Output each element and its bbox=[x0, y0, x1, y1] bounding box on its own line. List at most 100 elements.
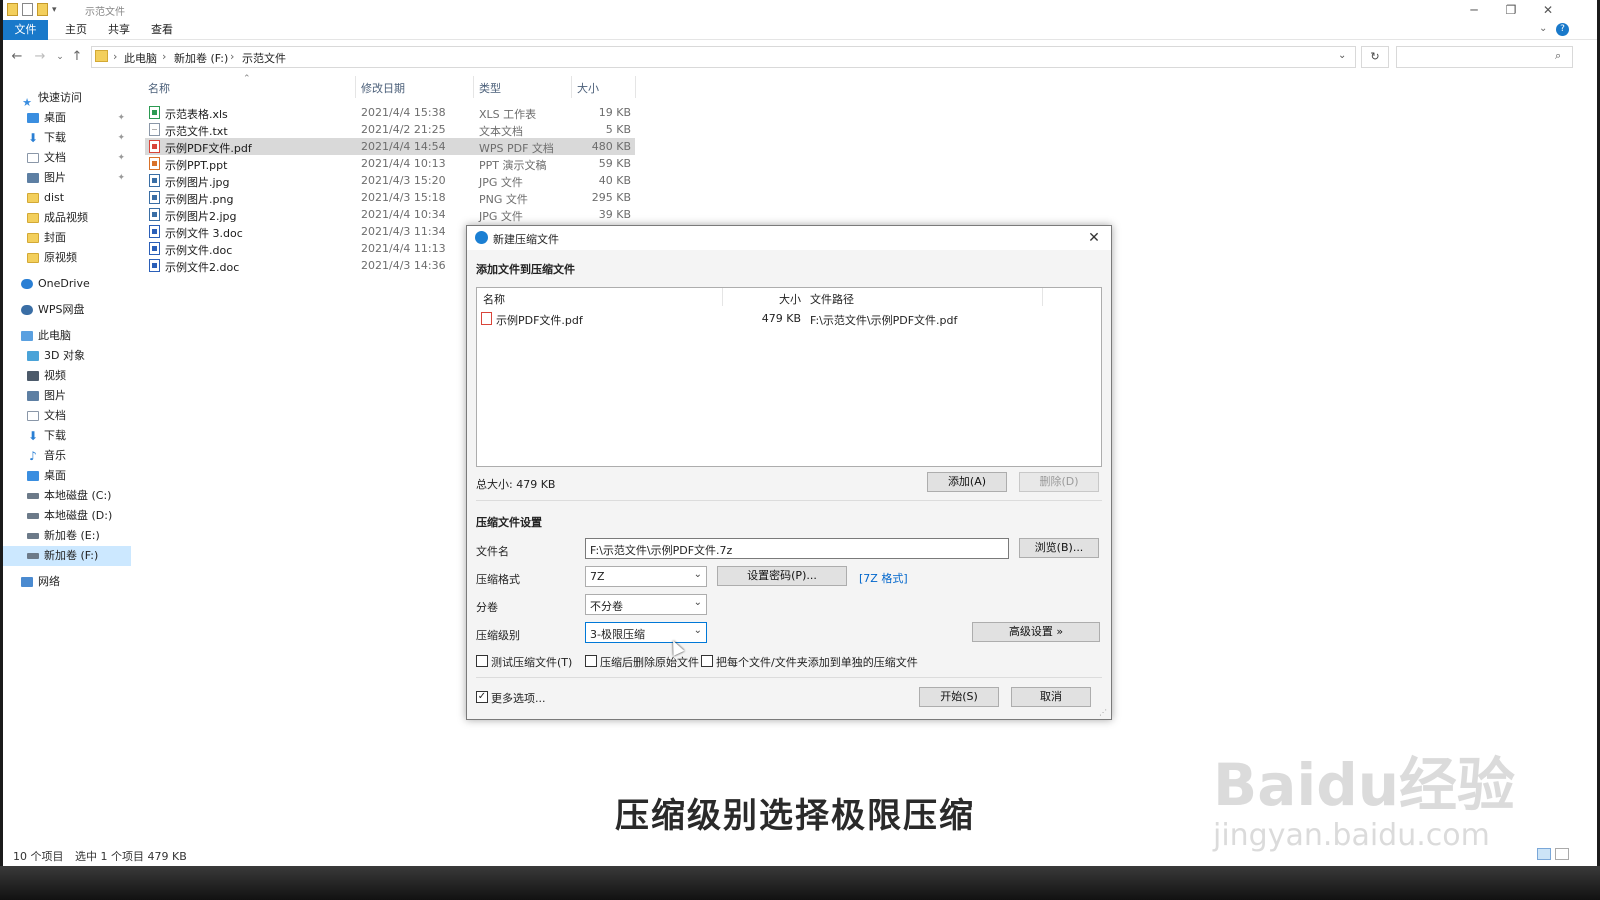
browse-button[interactable]: 浏览(B)... bbox=[1019, 538, 1099, 558]
minimize-button[interactable]: ─ bbox=[1459, 2, 1489, 18]
format-info-link[interactable]: [7Z 格式] bbox=[859, 570, 908, 586]
column-divider[interactable] bbox=[722, 288, 723, 306]
column-divider[interactable] bbox=[355, 76, 356, 98]
column-divider[interactable] bbox=[635, 76, 636, 98]
help-icon[interactable]: ? bbox=[1556, 23, 1569, 36]
file-row[interactable]: 示例图片.png 2021/4/3 15:18 PNG 文件 295 KB bbox=[145, 189, 635, 206]
nav-videos[interactable]: 视频 bbox=[3, 366, 131, 386]
more-options-checkbox[interactable]: ✓ bbox=[476, 691, 488, 703]
file-row-selected[interactable]: 示例PDF文件.pdf 2021/4/4 14:54 WPS PDF 文档 48… bbox=[145, 138, 635, 155]
nav-drive-e[interactable]: 新加卷 (E:) bbox=[3, 526, 131, 546]
file-row[interactable]: 示例PPT.ppt 2021/4/4 10:13 PPT 演示文稿 59 KB bbox=[145, 155, 635, 172]
nav-3d-objects[interactable]: 3D 对象 bbox=[3, 346, 131, 366]
list-header-path[interactable]: 文件路径 bbox=[810, 291, 854, 307]
column-header-name[interactable]: 名称 bbox=[148, 80, 170, 96]
nav-documents-pinned[interactable]: 文档 ✦ bbox=[3, 148, 131, 168]
file-row[interactable]: 示范文件.txt 2021/4/2 21:25 文本文档 5 KB bbox=[145, 121, 635, 138]
nav-folder-finished-videos[interactable]: 成品视频 bbox=[3, 208, 131, 228]
folder-icon bbox=[27, 193, 39, 203]
nav-desktop-pinned[interactable]: 桌面 ✦ bbox=[3, 108, 131, 128]
nav-wps-drive[interactable]: WPS网盘 bbox=[3, 300, 131, 320]
nav-folder-cover[interactable]: 封面 bbox=[3, 228, 131, 248]
nav-music[interactable]: ♪ 音乐 bbox=[3, 446, 131, 466]
tab-home[interactable]: 主页 bbox=[53, 20, 99, 40]
tab-file[interactable]: 文件 bbox=[3, 20, 48, 40]
more-options-label[interactable]: 更多选项... bbox=[491, 690, 546, 706]
properties-icon[interactable] bbox=[22, 3, 33, 16]
nav-drive-c[interactable]: 本地磁盘 (C:) bbox=[3, 486, 131, 506]
delete-originals-label[interactable]: 压缩后删除原始文件 bbox=[600, 654, 699, 670]
refresh-icon[interactable]: ↻ bbox=[1361, 46, 1389, 68]
format-select[interactable]: 7Z ⌄ bbox=[585, 566, 707, 587]
recent-locations-icon[interactable]: ⌄ bbox=[52, 48, 68, 66]
advanced-settings-button[interactable]: 高级设置 » bbox=[972, 622, 1100, 642]
compression-level-select[interactable]: 3-极限压缩 ⌄ bbox=[585, 622, 707, 643]
separate-archives-label[interactable]: 把每个文件/文件夹添加到单独的压缩文件 bbox=[716, 654, 918, 670]
forward-arrow-icon[interactable]: → bbox=[32, 48, 48, 66]
list-header-name[interactable]: 名称 bbox=[483, 291, 505, 307]
nav-label: 新加卷 (E:) bbox=[44, 529, 100, 542]
nav-pictures-pinned[interactable]: 图片 ✦ bbox=[3, 168, 131, 188]
large-icons-view-icon[interactable] bbox=[1555, 848, 1569, 860]
nav-desktop[interactable]: 桌面 bbox=[3, 466, 131, 486]
delete-originals-checkbox[interactable] bbox=[585, 655, 597, 667]
navigation-pane: ★ 快速访问 桌面 ✦ ⬇ 下载 ✦ 文档 ✦ 图片 ✦ dist 成品视频 封面 原视频 … bbox=[3, 86, 133, 846]
nav-onedrive[interactable]: OneDrive bbox=[3, 274, 131, 294]
nav-network[interactable]: 网络 bbox=[3, 572, 131, 592]
new-folder-icon[interactable] bbox=[37, 3, 48, 16]
up-arrow-icon[interactable]: ↑ bbox=[69, 48, 85, 66]
file-list-box[interactable]: 名称 大小 文件路径 示例PDF文件.pdf 479 KB F:\示范文件\示例… bbox=[476, 287, 1102, 467]
test-archive-checkbox[interactable] bbox=[476, 655, 488, 667]
column-header-type[interactable]: 类型 bbox=[479, 80, 501, 96]
start-button[interactable]: 开始(S) bbox=[919, 687, 999, 707]
nav-documents[interactable]: 文档 bbox=[3, 406, 131, 426]
qat-dropdown-icon[interactable]: ▾ bbox=[52, 5, 57, 15]
nav-pictures[interactable]: 图片 bbox=[3, 386, 131, 406]
tab-view[interactable]: 查看 bbox=[139, 20, 185, 40]
tab-share[interactable]: 共享 bbox=[96, 20, 142, 40]
nav-quick-access[interactable]: ★ 快速访问 bbox=[3, 88, 131, 109]
list-header-size[interactable]: 大小 bbox=[729, 291, 801, 307]
archive-filename-input[interactable]: F:\示范文件\示例PDF文件.7z bbox=[585, 538, 1009, 559]
word-file-icon bbox=[149, 259, 160, 272]
cancel-button[interactable]: 取消 bbox=[1011, 687, 1091, 707]
nav-downloads-pinned[interactable]: ⬇ 下载 ✦ bbox=[3, 128, 131, 148]
resize-grip-icon[interactable]: ⋰ bbox=[1099, 708, 1107, 717]
test-archive-label[interactable]: 测试压缩文件(T) bbox=[491, 654, 572, 670]
address-dropdown-icon[interactable]: ⌄ bbox=[1338, 50, 1346, 61]
back-arrow-icon[interactable]: ← bbox=[9, 48, 25, 66]
delete-button[interactable]: 删除(D) bbox=[1019, 472, 1099, 492]
close-window-button[interactable]: ✕ bbox=[1533, 2, 1563, 18]
file-name: 示例PPT.ppt bbox=[165, 159, 228, 172]
search-input[interactable]: ⌕ bbox=[1396, 46, 1573, 68]
separate-archives-checkbox[interactable] bbox=[701, 655, 713, 667]
list-row-name[interactable]: 示例PDF文件.pdf bbox=[496, 312, 583, 328]
breadcrumb-current-folder[interactable]: 示范文件 bbox=[242, 50, 286, 66]
ribbon-expand-icon[interactable]: ⌄ bbox=[1539, 23, 1547, 34]
nav-this-pc[interactable]: 此电脑 bbox=[3, 326, 131, 346]
address-bar[interactable]: › 此电脑 › 新加卷 (F:) › 示范文件 ⌄ bbox=[91, 46, 1356, 68]
dialog-close-icon[interactable]: ✕ bbox=[1083, 228, 1105, 248]
nav-folder-dist[interactable]: dist bbox=[3, 188, 131, 208]
set-password-button[interactable]: 设置密码(P)... bbox=[717, 566, 847, 586]
file-row[interactable]: 示例图片.jpg 2021/4/3 15:20 JPG 文件 40 KB bbox=[145, 172, 635, 189]
file-row[interactable]: 示范表格.xls 2021/4/4 15:38 XLS 工作表 19 KB bbox=[145, 104, 635, 121]
nav-drive-d[interactable]: 本地磁盘 (D:) bbox=[3, 506, 131, 526]
breadcrumb-this-pc[interactable]: 此电脑 bbox=[124, 50, 157, 66]
column-header-size[interactable]: 大小 bbox=[577, 80, 599, 96]
nav-label: 桌面 bbox=[44, 111, 66, 124]
chevron-down-icon: ⌄ bbox=[693, 597, 702, 608]
breadcrumb-drive-f[interactable]: 新加卷 (F:) bbox=[174, 50, 228, 66]
volume-select[interactable]: 不分卷 ⌄ bbox=[585, 594, 707, 615]
column-divider[interactable] bbox=[1042, 288, 1043, 306]
nav-downloads[interactable]: ⬇ 下载 bbox=[3, 426, 131, 446]
column-header-date[interactable]: 修改日期 bbox=[361, 80, 405, 96]
nav-folder-raw-videos[interactable]: 原视频 bbox=[3, 248, 131, 268]
file-row[interactable]: 示例图片2.jpg 2021/4/4 10:34 JPG 文件 39 KB bbox=[145, 206, 635, 223]
details-view-icon[interactable] bbox=[1537, 848, 1551, 860]
nav-drive-f[interactable]: 新加卷 (F:) bbox=[3, 546, 131, 566]
restore-button[interactable]: ❐ bbox=[1496, 2, 1526, 18]
add-button[interactable]: 添加(A) bbox=[927, 472, 1007, 492]
column-divider[interactable] bbox=[473, 76, 474, 98]
column-divider[interactable] bbox=[571, 76, 572, 98]
